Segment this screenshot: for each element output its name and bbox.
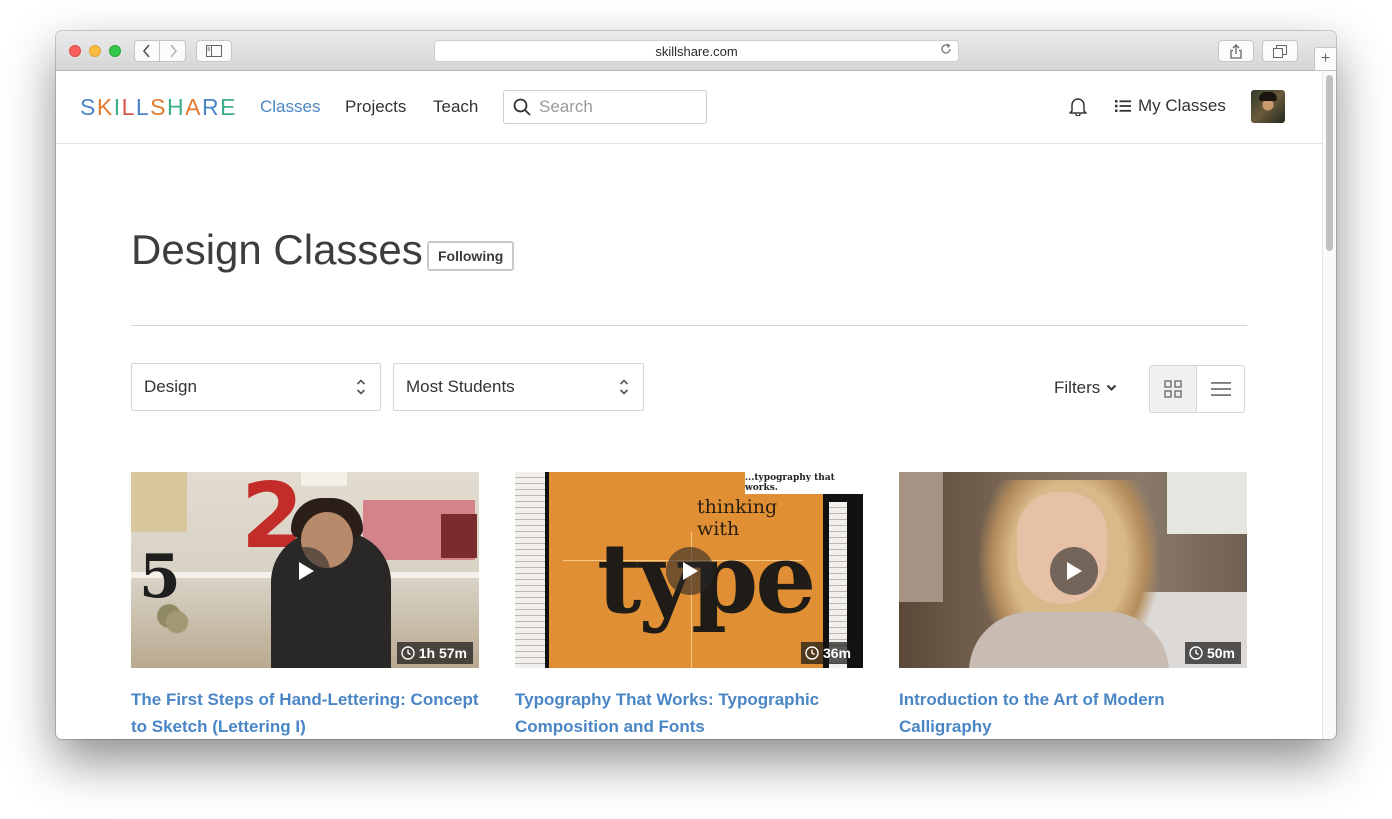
forward-button[interactable] — [160, 40, 186, 62]
play-icon — [1067, 562, 1082, 580]
duration-text: 36m — [822, 645, 851, 661]
address-bar[interactable]: skillshare.com — [434, 40, 959, 62]
class-thumbnail[interactable]: 2 5 1h 57m — [131, 472, 479, 668]
scrollbar-thumb[interactable] — [1326, 75, 1333, 251]
header-divider — [131, 325, 1247, 326]
class-thumbnail[interactable]: 50m — [899, 472, 1247, 668]
class-title-link[interactable]: The First Steps of Hand-Lettering: Conce… — [131, 686, 479, 739]
grid-view-button[interactable] — [1150, 366, 1197, 412]
play-icon — [683, 562, 698, 580]
clock-icon — [1189, 646, 1203, 660]
page-content: SKILLSHARE Classes Projects Teach My Cla… — [56, 71, 1322, 739]
zoom-window-button[interactable] — [109, 45, 121, 57]
class-title-link[interactable]: Introduction to the Art of Modern Callig… — [899, 686, 1247, 739]
nav-classes-link[interactable]: Classes — [260, 97, 320, 117]
user-avatar[interactable] — [1251, 90, 1285, 123]
search-box[interactable] — [503, 90, 707, 124]
chevron-down-icon — [1106, 384, 1117, 392]
page-title: Design Classes — [131, 226, 423, 273]
chevron-right-icon — [169, 44, 177, 58]
skillshare-logo[interactable]: SKILLSHARE — [80, 94, 237, 121]
select-arrows-icon — [356, 378, 366, 396]
sidebar-toggle-button[interactable] — [196, 40, 232, 62]
tabs-icon — [1273, 44, 1287, 58]
chevron-left-icon — [142, 44, 150, 58]
search-input[interactable] — [539, 97, 689, 117]
following-button[interactable]: Following — [427, 241, 515, 271]
list-view-button[interactable] — [1197, 366, 1244, 412]
search-icon — [513, 98, 531, 116]
duration-text: 1h 57m — [418, 645, 467, 661]
minimize-window-button[interactable] — [89, 45, 101, 57]
sort-select-value: Most Students — [406, 377, 515, 396]
show-tabs-button[interactable] — [1262, 40, 1298, 62]
plus-icon: + — [1320, 50, 1331, 67]
play-button[interactable] — [666, 547, 714, 595]
category-select-value: Design — [144, 377, 197, 396]
notifications-bell-icon[interactable] — [1069, 96, 1087, 121]
share-button[interactable] — [1218, 40, 1254, 62]
play-button[interactable] — [282, 547, 330, 595]
class-card[interactable]: 50m Introduction to the Art of Modern Ca… — [899, 472, 1247, 739]
grid-icon — [1164, 380, 1182, 398]
duration-badge: 50m — [1184, 642, 1241, 664]
play-icon — [299, 562, 314, 580]
sort-select[interactable]: Most Students — [393, 363, 644, 411]
duration-text: 50m — [1206, 645, 1235, 661]
clock-icon — [805, 646, 819, 660]
thumbnail-tagline: ...typography that works. — [745, 472, 863, 494]
reload-icon[interactable] — [940, 43, 952, 58]
list-icon — [1115, 99, 1131, 113]
browser-window: skillshare.com + SKILLSHARE Classes Proj… — [56, 31, 1336, 739]
my-classes-button[interactable]: My Classes — [1115, 96, 1226, 116]
sidebar-icon — [206, 45, 222, 57]
duration-badge: 1h 57m — [396, 642, 473, 664]
class-thumbnail[interactable]: ...typography that works. thinking with … — [515, 472, 863, 668]
browser-titlebar: skillshare.com + — [56, 31, 1336, 71]
nav-projects-link[interactable]: Projects — [345, 97, 406, 117]
page-scrollbar[interactable] — [1322, 71, 1336, 739]
class-card[interactable]: 2 5 1h 57m The First Steps of Hand-Lette… — [131, 472, 479, 739]
share-icon — [1230, 43, 1242, 59]
new-tab-button[interactable]: + — [1314, 47, 1336, 71]
nav-teach-link[interactable]: Teach — [433, 97, 478, 117]
duration-badge: 36m — [800, 642, 857, 664]
back-button[interactable] — [134, 40, 160, 62]
class-card[interactable]: ...typography that works. thinking with … — [515, 472, 863, 739]
url-text: skillshare.com — [655, 43, 738, 59]
category-select[interactable]: Design — [131, 363, 381, 411]
class-title-link[interactable]: Typography That Works: Typographic Compo… — [515, 686, 863, 739]
list-view-icon — [1210, 382, 1231, 396]
close-window-button[interactable] — [69, 45, 81, 57]
filters-label: Filters — [1054, 378, 1101, 397]
filters-dropdown[interactable]: Filters — [1054, 378, 1117, 398]
view-toggle — [1149, 365, 1245, 413]
play-button[interactable] — [1050, 547, 1098, 595]
select-arrows-icon — [619, 378, 629, 396]
my-classes-label: My Classes — [1138, 96, 1226, 115]
site-nav: SKILLSHARE Classes Projects Teach My Cla… — [56, 71, 1322, 144]
clock-icon — [401, 646, 415, 660]
